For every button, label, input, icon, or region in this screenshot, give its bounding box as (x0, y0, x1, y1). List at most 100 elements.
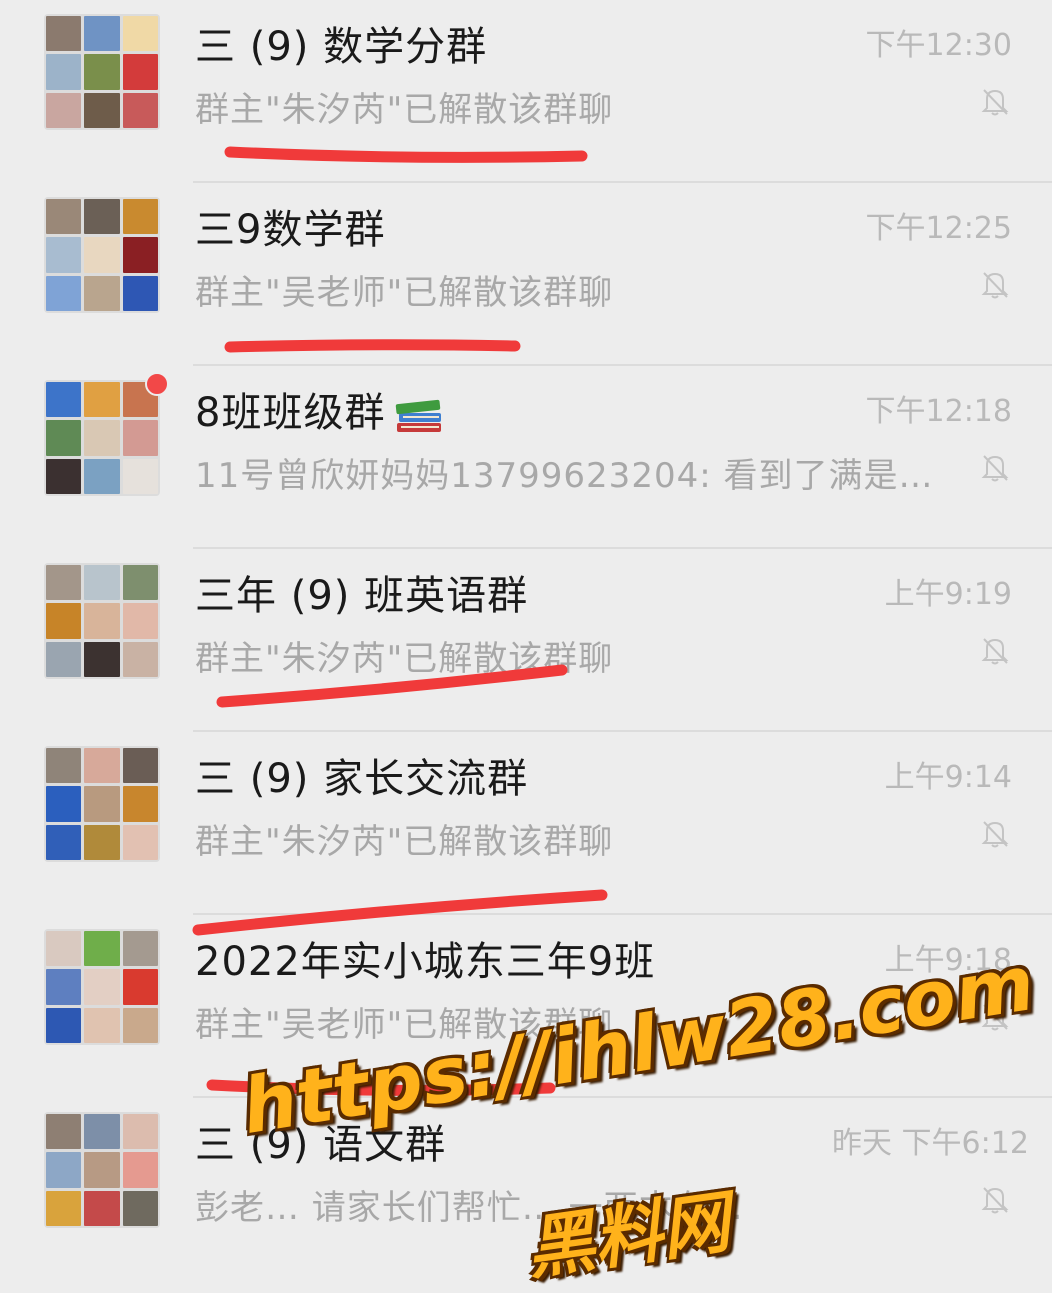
group-avatar[interactable] (44, 197, 160, 313)
avatar-tile (122, 1114, 158, 1150)
avatar-tile (122, 458, 158, 494)
avatar-tile (84, 420, 120, 456)
avatar-tile (122, 420, 158, 456)
avatar-tile (122, 824, 158, 860)
avatar-tile (46, 748, 82, 784)
group-avatar[interactable] (44, 929, 160, 1045)
chat-title: 三9数学群 (195, 207, 386, 253)
avatar-tile (46, 199, 82, 235)
chat-preview: 彭老… 请家长们帮忙… 一两本有… (195, 1188, 744, 1228)
chat-row[interactable]: 三9数学群 下午12:25 群主"吴老师"已解散该群聊 (0, 183, 1052, 366)
chat-preview: 群主"吴老师"已解散该群聊 (195, 1005, 614, 1045)
avatar-tile (46, 16, 82, 52)
group-avatar[interactable] (44, 380, 160, 496)
books-emoji-icon (396, 399, 442, 432)
avatar-tile (84, 458, 120, 494)
avatar-tile (84, 641, 120, 677)
avatar-tile (46, 382, 82, 418)
chat-preview: 群主"吴老师"已解散该群聊 (195, 273, 614, 313)
bell-muted-icon (981, 272, 1009, 299)
chat-row[interactable]: 三 (9) 语文群 昨天 下午6:12 彭老… 请家长们帮忙… 一两本有… (0, 1098, 1052, 1281)
avatar-tile (46, 1007, 82, 1043)
group-avatar[interactable] (44, 563, 160, 679)
chat-title: 三 (9) 家长交流群 (195, 756, 529, 802)
avatar-tile (122, 237, 158, 273)
chat-row[interactable]: 2022年实小城东三年9班 上午9:18 群主"吴老师"已解散该群聊 (0, 915, 1052, 1098)
group-avatar[interactable] (44, 14, 160, 130)
avatar-tile (122, 1152, 158, 1188)
avatar-tile (122, 748, 158, 784)
avatar-tile (84, 199, 120, 235)
avatar-tile (122, 199, 158, 235)
avatar-tile (46, 1190, 82, 1226)
avatar-tile (84, 1007, 120, 1043)
avatar-tile (84, 54, 120, 90)
avatar-tile (46, 641, 82, 677)
avatar-tile (122, 931, 158, 967)
unread-badge (145, 372, 169, 396)
avatar-tile (46, 603, 82, 639)
avatar-tile (84, 969, 120, 1005)
avatar-tile (46, 786, 82, 822)
chat-row[interactable]: 8班班级群 下午12:18 11号曾欣妍妈妈13799623204: 看到了满是… (0, 366, 1052, 549)
chat-title: 三 (9) 语文群 (195, 1122, 447, 1168)
bell-muted-icon (981, 821, 1009, 848)
chat-time: 上午9:14 (884, 760, 1012, 795)
avatar-tile (122, 92, 158, 128)
chat-time: 下午12:30 (865, 28, 1012, 63)
avatar-tile (84, 1190, 120, 1226)
chat-title: 2022年实小城东三年9班 (195, 939, 656, 985)
avatar-tile (84, 1152, 120, 1188)
avatar-tile (46, 1114, 82, 1150)
avatar-tile (84, 603, 120, 639)
chat-row[interactable]: 三 (9) 数学分群 下午12:30 群主"朱汐芮"已解散该群聊 (0, 0, 1052, 183)
avatar-tile (122, 275, 158, 311)
chat-title: 三 (9) 数学分群 (195, 24, 488, 70)
avatar-tile (122, 1007, 158, 1043)
bell-muted-icon (981, 638, 1009, 665)
chat-time: 下午12:18 (865, 394, 1012, 429)
avatar-tile (46, 458, 82, 494)
avatar-tile (84, 237, 120, 273)
avatar-tile (84, 748, 120, 784)
avatar-tile (46, 275, 82, 311)
avatar-tile (84, 931, 120, 967)
group-avatar[interactable] (44, 1112, 160, 1228)
bell-muted-icon (981, 1187, 1009, 1214)
avatar-tile (84, 1114, 120, 1150)
avatar-tile (122, 1190, 158, 1226)
chat-time: 昨天 下午6:12 (832, 1126, 1029, 1161)
avatar-tile (46, 931, 82, 967)
chat-title-text: 8班班级群 (195, 390, 386, 436)
avatar-tile (46, 92, 82, 128)
avatar-tile (122, 603, 158, 639)
avatar-tile (46, 54, 82, 90)
chat-row[interactable]: 三年 (9) 班英语群 上午9:19 群主"朱汐芮"已解散该群聊 (0, 549, 1052, 732)
chat-row[interactable]: 三 (9) 家长交流群 上午9:14 群主"朱汐芮"已解散该群聊 (0, 732, 1052, 915)
avatar-tile (46, 1152, 82, 1188)
avatar-tile (84, 16, 120, 52)
avatar-tile (84, 382, 120, 418)
chat-time: 下午12:25 (865, 211, 1012, 246)
avatar-tile (84, 824, 120, 860)
avatar-tile (122, 786, 158, 822)
avatar-tile (122, 641, 158, 677)
avatar-tile (46, 824, 82, 860)
chat-time: 上午9:19 (884, 577, 1012, 612)
chat-preview: 11号曾欣妍妈妈13799623204: 看到了满是… (195, 456, 934, 496)
avatar-tile (84, 275, 120, 311)
bell-muted-icon (981, 455, 1009, 482)
avatar-tile (122, 565, 158, 601)
chat-preview: 群主"朱汐芮"已解散该群聊 (195, 90, 614, 130)
bell-muted-icon (981, 1004, 1009, 1031)
bell-muted-icon (981, 89, 1009, 116)
avatar-tile (122, 16, 158, 52)
avatar-tile (84, 786, 120, 822)
avatar-tile (46, 969, 82, 1005)
chat-preview: 群主"朱汐芮"已解散该群聊 (195, 639, 614, 679)
chat-list: 三 (9) 数学分群 下午12:30 群主"朱汐芮"已解散该群聊 三9数学群 下… (0, 0, 1052, 1280)
avatar-tile (84, 565, 120, 601)
group-avatar[interactable] (44, 746, 160, 862)
avatar-tile (122, 54, 158, 90)
avatar-tile (122, 969, 158, 1005)
